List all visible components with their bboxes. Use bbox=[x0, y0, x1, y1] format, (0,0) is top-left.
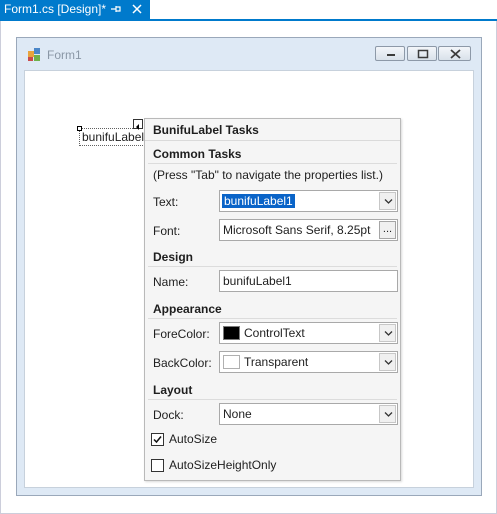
text-combo[interactable]: bunifuLabel1 bbox=[219, 190, 398, 212]
forecolor-label: ForeColor: bbox=[153, 327, 210, 341]
maximize-button[interactable] bbox=[407, 46, 437, 61]
section-divider bbox=[148, 318, 397, 319]
dock-label: Dock: bbox=[153, 408, 184, 422]
pin-icon[interactable] bbox=[110, 2, 122, 16]
autosize-label: AutoSize bbox=[169, 432, 218, 446]
tasks-title: BunifuLabel Tasks bbox=[153, 123, 259, 137]
autosize-height-label: AutoSizeHeightOnly bbox=[169, 458, 277, 472]
font-value: Microsoft Sans Serif, 8.25pt bbox=[223, 223, 371, 237]
name-label: Name: bbox=[153, 275, 189, 289]
close-window-button[interactable] bbox=[438, 46, 471, 61]
font-browse-button[interactable]: ... bbox=[379, 221, 396, 239]
dock-combo[interactable]: None bbox=[219, 403, 398, 425]
tasks-header: BunifuLabel Tasks bbox=[145, 119, 400, 141]
backcolor-value: Transparent bbox=[244, 355, 309, 369]
chevron-down-icon bbox=[384, 331, 393, 336]
font-field[interactable]: Microsoft Sans Serif, 8.25pt ... bbox=[219, 219, 398, 241]
autosize-checkbox[interactable] bbox=[151, 433, 164, 446]
section-design: Design bbox=[153, 250, 194, 264]
section-appearance: Appearance bbox=[153, 302, 222, 316]
close-icon[interactable] bbox=[130, 2, 144, 16]
chevron-down-icon bbox=[384, 199, 393, 204]
chevron-down-icon bbox=[384, 360, 393, 365]
tab-hint: (Press "Tab" to navigate the properties … bbox=[153, 168, 383, 182]
form-title: Form1 bbox=[47, 48, 82, 62]
forecolor-combo[interactable]: ControlText bbox=[219, 322, 398, 344]
smart-tag-glyph[interactable] bbox=[133, 119, 143, 130]
tab-label: Form1.cs [Design]* bbox=[4, 2, 107, 16]
section-divider bbox=[148, 266, 397, 267]
text-dropdown-button[interactable] bbox=[379, 192, 396, 210]
font-label: Font: bbox=[153, 224, 181, 238]
backcolor-swatch bbox=[223, 355, 240, 369]
designer-surface: Form1 bunifuLabel BunifuLabel Tasks Comm… bbox=[0, 21, 497, 514]
text-label: Text: bbox=[153, 195, 179, 209]
dock-dropdown-button[interactable] bbox=[379, 405, 396, 423]
name-field[interactable]: bunifuLabel1 bbox=[219, 270, 398, 292]
form-client-area[interactable]: bunifuLabel BunifuLabel Tasks Common Tas… bbox=[24, 70, 474, 488]
dock-value: None bbox=[223, 407, 252, 421]
tab-form1-design[interactable]: Form1.cs [Design]* bbox=[0, 0, 150, 19]
section-divider bbox=[148, 163, 397, 164]
text-value[interactable]: bunifuLabel1 bbox=[222, 194, 295, 208]
forecolor-value: ControlText bbox=[244, 326, 305, 340]
autosize-height-checkbox[interactable] bbox=[151, 459, 164, 472]
section-divider bbox=[148, 399, 397, 400]
backcolor-label: BackColor: bbox=[153, 356, 212, 370]
forecolor-dropdown-button[interactable] bbox=[379, 324, 396, 342]
document-tab-strip: Form1.cs [Design]* bbox=[0, 0, 497, 21]
resize-grip[interactable] bbox=[77, 126, 82, 131]
backcolor-dropdown-button[interactable] bbox=[379, 353, 396, 371]
minimize-button[interactable] bbox=[375, 46, 405, 61]
backcolor-combo[interactable]: Transparent bbox=[219, 351, 398, 373]
checkmark-icon bbox=[153, 436, 162, 444]
section-layout: Layout bbox=[153, 383, 193, 397]
chevron-down-icon bbox=[384, 412, 393, 417]
smart-tasks-panel: BunifuLabel Tasks Common Tasks (Press "T… bbox=[144, 118, 401, 481]
forecolor-swatch bbox=[223, 326, 240, 340]
name-value: bunifuLabel1 bbox=[223, 274, 292, 288]
form-window[interactable]: Form1 bunifuLabel BunifuLabel Tasks Comm… bbox=[16, 37, 482, 496]
section-common-tasks: Common Tasks bbox=[153, 147, 242, 161]
form-app-icon bbox=[28, 48, 42, 62]
bunifu-label-text: bunifuLabel bbox=[82, 130, 145, 144]
